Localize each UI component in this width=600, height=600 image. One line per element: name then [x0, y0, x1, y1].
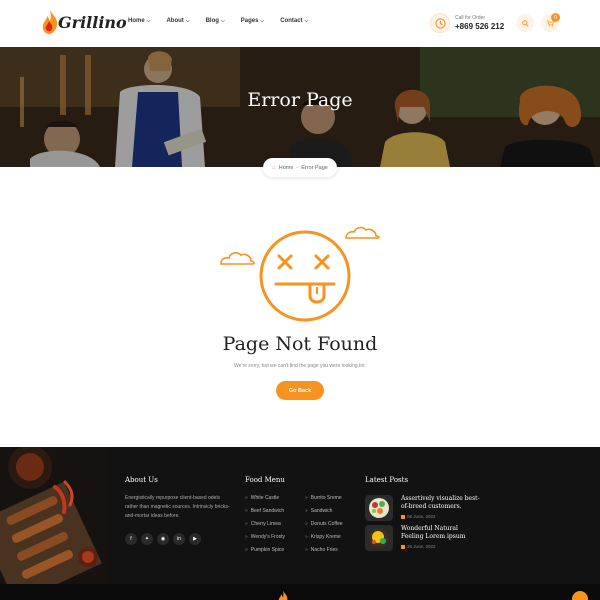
menu-link[interactable]: » Cherry Limea — [245, 520, 285, 527]
nav-about-label: About — [166, 18, 184, 24]
menu-link[interactable]: » Sandwich — [305, 507, 343, 514]
menu-link[interactable]: » Donuts Coffee — [305, 520, 343, 527]
menu-link-label: Nacho Fries — [310, 546, 338, 553]
post-thumbnail — [365, 525, 393, 551]
menu-link-label: Beef Sandwich — [250, 507, 285, 514]
not-found-message: We're sorry, but we can't find the page … — [234, 363, 366, 369]
call-number: +869 526 212 — [455, 22, 505, 31]
chevron-right-icon: » — [245, 507, 248, 514]
chevron-right-icon: » — [245, 520, 248, 527]
nav-home-label: Home — [128, 18, 145, 24]
latest-posts-heading: Latest Posts — [365, 476, 409, 484]
clock-icon — [430, 13, 450, 33]
calendar-icon — [401, 544, 405, 549]
about-heading: About Us — [125, 476, 158, 484]
chevron-right-icon: » — [305, 533, 308, 540]
menu-link-label: Krispy Kreme — [310, 533, 341, 540]
go-back-button[interactable]: Go Back — [276, 381, 324, 400]
linkedin-icon[interactable]: in — [173, 533, 185, 545]
calendar-icon — [401, 514, 405, 519]
youtube-icon[interactable]: ▶ — [189, 533, 201, 545]
food-menu-col-2: » Burrito Sreme » Sandwich » Donuts Coffee … — [305, 494, 343, 553]
logo[interactable]: Grillino — [40, 9, 127, 35]
menu-link[interactable]: » Beef Sandwich — [245, 507, 285, 514]
instagram-icon[interactable]: ◉ — [157, 533, 169, 545]
menu-link[interactable]: » Wendy's Frosty — [245, 533, 285, 540]
latest-post[interactable]: Assertively visualize best-of-breed cust… — [365, 495, 481, 521]
post-title[interactable]: Assertively visualize best-of-breed cust… — [401, 495, 481, 511]
call-for-order[interactable]: Call for Order +869 526 212 — [430, 13, 504, 33]
menu-link-label: Pumpkin Spice — [250, 546, 285, 553]
chevron-down-icon: ⌵ — [260, 18, 265, 24]
home-icon: ⌂ — [272, 164, 276, 171]
post-thumbnail — [365, 495, 393, 521]
post-date: 26 June, 2022 — [401, 544, 481, 549]
cart-count-badge: 0 — [551, 13, 560, 22]
twitter-icon[interactable]: ✦ — [141, 533, 153, 545]
chevron-right-icon: » — [245, 533, 248, 540]
not-found-heading: Page Not Found — [222, 333, 378, 355]
call-label: Call for Order — [455, 15, 486, 21]
cloud-icon — [345, 226, 380, 239]
chevron-right-icon: » — [305, 520, 308, 527]
post-title[interactable]: Wonderful Natural Feeling Lorem ipsum — [401, 525, 481, 541]
food-menu-heading: Food Menu — [245, 476, 285, 484]
page-hero: Error Page — [0, 47, 600, 167]
chevron-down-icon: ⌵ — [146, 18, 151, 24]
menu-link-label: Donuts Coffee — [310, 520, 343, 527]
chevron-down-icon: ⌵ — [304, 18, 309, 24]
chevron-right-icon: » — [245, 546, 248, 553]
post-date-text: 26 June, 2022 — [407, 544, 436, 549]
menu-link[interactable]: » Nacho Fries — [305, 546, 343, 553]
logo-text: Grillino — [58, 12, 127, 32]
search-button[interactable] — [516, 14, 534, 32]
about-text: Energistically repurpose client-based od… — [125, 495, 230, 519]
dead-face-illustration — [220, 226, 380, 322]
chevron-right-icon: » — [305, 546, 308, 553]
main-nav: Home ⌵ About ⌵ Blog ⌵ Pages ⌵ Contact ⌵ — [128, 18, 324, 24]
menu-link[interactable]: » Burrito Sreme — [305, 494, 343, 501]
search-icon — [521, 19, 529, 27]
breadcrumb-separator: - — [296, 164, 299, 171]
breadcrumb: ⌂ Home - Error Page — [263, 158, 337, 177]
menu-link-label: Burrito Sreme — [310, 494, 342, 501]
menu-link-label: White Castle — [250, 494, 280, 501]
site-footer: About Us Food Menu Latest Posts — [0, 447, 600, 584]
breadcrumb-current: Error Page — [301, 164, 328, 171]
chevron-right-icon: » — [305, 507, 308, 514]
nav-blog[interactable]: Blog ⌵ — [206, 18, 225, 24]
chevron-right-icon: » — [245, 494, 248, 501]
nav-about[interactable]: About ⌵ — [166, 18, 189, 24]
breadcrumb-home[interactable]: Home — [279, 165, 294, 171]
footer-bottom-bar — [0, 584, 600, 600]
chevron-right-icon: » — [305, 494, 308, 501]
page-title: Error Page — [247, 89, 353, 111]
food-menu-col-1: » White Castle » Beef Sandwich » Cherry Lim… — [245, 494, 285, 553]
scroll-to-top-button[interactable] — [572, 591, 588, 600]
social-links: f ✦ ◉ in ▶ — [125, 533, 201, 545]
footer-logo-flame-icon — [278, 590, 288, 600]
chevron-down-icon: ⌵ — [220, 18, 225, 24]
flame-icon — [42, 10, 58, 34]
nav-blog-label: Blog — [205, 18, 219, 24]
post-date: 08 June, 2022 — [401, 514, 481, 519]
menu-link-label: Sandwich — [310, 507, 333, 514]
nav-contact-label: Contact — [280, 18, 303, 24]
cloud-icon — [220, 252, 255, 265]
menu-link[interactable]: » Krispy Kreme — [305, 533, 343, 540]
post-date-text: 08 June, 2022 — [407, 514, 436, 519]
menu-link[interactable]: » White Castle — [245, 494, 285, 501]
nav-pages[interactable]: Pages ⌵ — [241, 18, 264, 24]
nav-pages-label: Pages — [240, 18, 259, 24]
nav-contact[interactable]: Contact ⌵ — [280, 18, 308, 24]
nav-home[interactable]: Home ⌵ — [128, 18, 150, 24]
menu-link-label: Cherry Limea — [250, 520, 281, 527]
menu-link-label: Wendy's Frosty — [250, 533, 285, 540]
site-header: Grillino Home ⌵ About ⌵ Blog ⌵ Pages ⌵ Conta… — [0, 0, 600, 47]
facebook-icon[interactable]: f — [125, 533, 137, 545]
footer-food-image — [0, 447, 110, 584]
menu-link[interactable]: » Pumpkin Spice — [245, 546, 285, 553]
chevron-down-icon: ⌵ — [185, 18, 190, 24]
latest-post[interactable]: Wonderful Natural Feeling Lorem ipsum 26… — [365, 525, 481, 551]
